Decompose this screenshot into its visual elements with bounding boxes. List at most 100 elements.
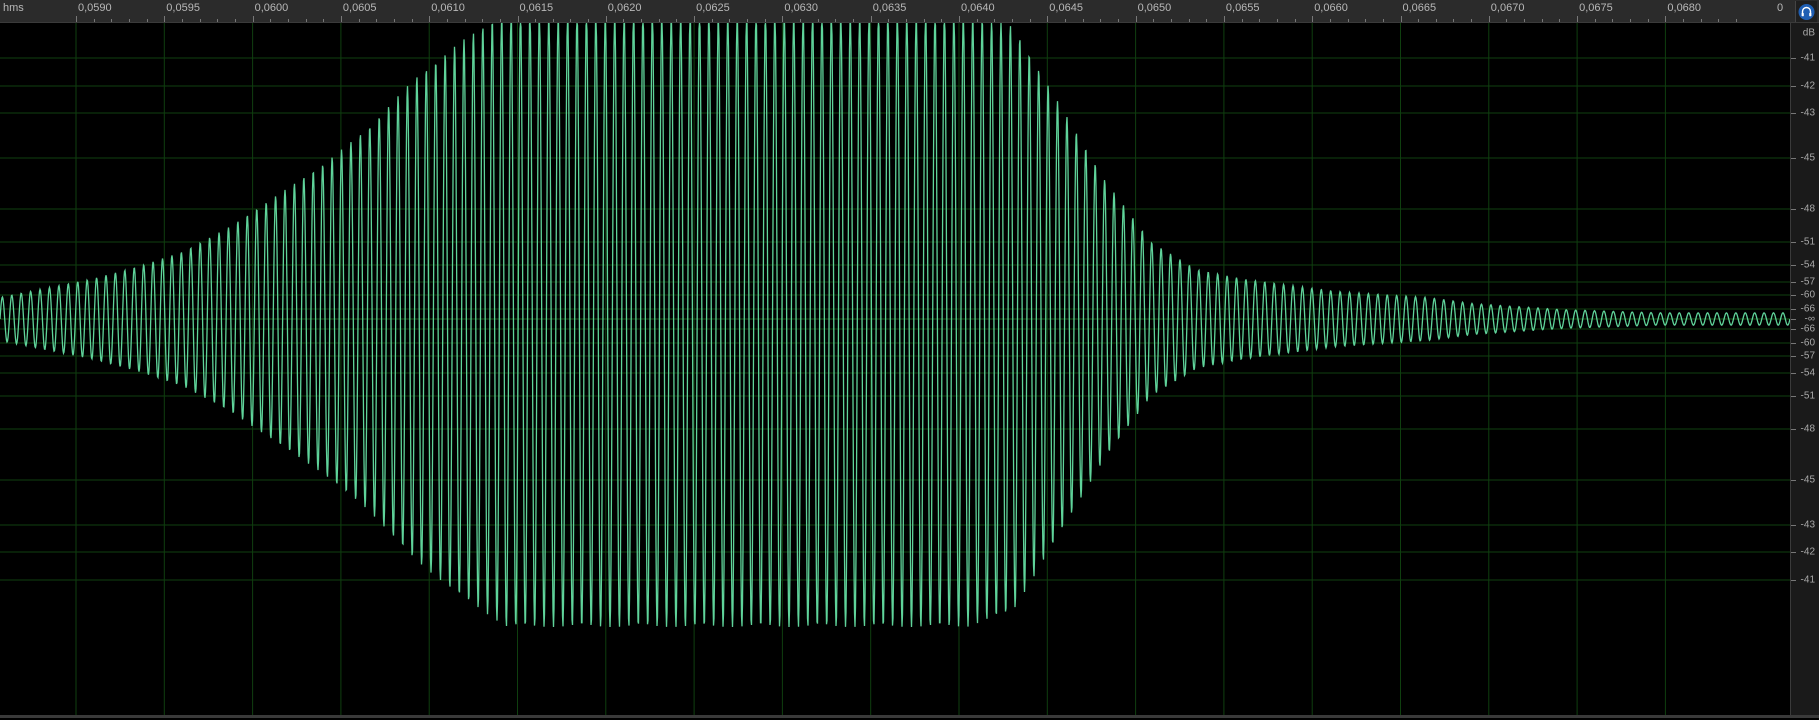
db-label: -45 [1800,152,1815,164]
time-subtick-mark [1736,19,1738,22]
time-tick-mark [959,16,960,22]
time-subtick-mark [1241,19,1243,22]
time-tick-mark [252,16,254,22]
time-subtick-mark [1082,19,1084,22]
time-subtick-mark [234,19,236,22]
time-tick-label: 0,0635 [872,2,907,14]
db-label: -54 [1800,259,1815,271]
time-tick-mark [1400,16,1402,22]
time-subtick-mark [93,19,95,22]
time-subtick-mark [411,19,413,22]
db-label: -43 [1800,519,1815,531]
time-subtick-mark [1329,19,1331,22]
time-subtick-mark [1453,19,1455,22]
db-label: -42 [1800,80,1815,92]
time-subtick-mark [1435,19,1437,22]
time-subtick-mark [217,19,219,22]
db-label: -60 [1800,337,1815,349]
time-tick-label: 0,0625 [696,2,730,14]
time-subtick-mark [570,19,572,22]
waveform-display[interactable] [0,20,1791,715]
time-subtick-mark [199,19,201,22]
db-tick [1791,343,1796,344]
db-label: -41 [1800,574,1815,586]
time-subtick-mark [1471,19,1473,22]
db-tick [1791,282,1796,283]
time-subtick-mark [888,19,890,22]
db-label: -66 [1800,323,1815,335]
db-tick [1791,265,1796,266]
time-subtick-mark [1418,19,1420,22]
db-label: -51 [1800,390,1815,402]
time-tick-label: 0,0610 [431,2,465,14]
time-tick-mark [1577,16,1579,22]
db-tick [1791,86,1796,87]
time-subtick-mark [906,19,908,22]
time-subtick-mark [1206,19,1208,22]
time-tick-mark [870,16,872,22]
time-subtick-mark [552,19,554,22]
time-tick-label: 0,0590 [78,2,112,14]
time-tick-mark [164,16,166,22]
time-tick-label: 0,0640 [961,2,995,14]
db-tick [1791,356,1796,357]
monitor-button[interactable] [1795,1,1817,22]
time-subtick-mark [146,19,148,22]
db-label: -48 [1800,423,1815,435]
time-tick-label: 0,0680 [1667,2,1702,14]
time-tick-mark [1665,16,1667,22]
time-subtick-mark [641,19,643,22]
time-subtick-mark [1524,19,1526,22]
time-subtick-mark [482,19,484,22]
time-subtick-mark [111,19,113,22]
db-label: -42 [1800,546,1815,558]
time-tick-label: 0,0655 [1225,2,1260,14]
time-subtick-mark [658,19,660,22]
db-tick [1791,373,1796,374]
time-subtick-mark [923,19,925,22]
db-label: -43 [1800,107,1815,119]
time-subtick-mark [1700,19,1702,22]
time-tick-label: 0,0615 [519,2,554,14]
time-tick-label: 0,0645 [1049,2,1083,14]
time-tick-mark [782,16,784,22]
time-ruler-end-label: 0 [1777,2,1784,14]
db-label: -48 [1800,203,1815,215]
time-subtick-mark [853,19,855,22]
time-tick-label: 0,0660 [1314,2,1348,14]
time-subtick-mark [393,19,395,22]
time-subtick-mark [1365,19,1367,22]
time-tick-mark [1223,16,1225,22]
db-tick [1791,158,1796,159]
time-subtick-mark [1276,19,1278,22]
time-subtick-mark [1594,19,1596,22]
db-tick [1791,480,1796,481]
db-tick [1791,242,1796,243]
time-subtick-mark [287,19,289,22]
time-tick-mark [1135,16,1137,22]
time-tick-label: 0,0675 [1579,2,1613,14]
db-tick [1791,525,1796,526]
time-ruler[interactable]: hms 0,0590 0,0595 0,0600 0,0605 0,0610 0,0615… [0,0,1819,23]
time-subtick-mark [464,19,466,22]
time-tick-mark [694,16,696,22]
time-tick-mark [429,16,431,22]
db-tick [1791,58,1796,59]
time-subtick-mark [994,19,996,22]
amplitude-ruler[interactable]: dB -41 -42 -43 -45 -48 -51 -54 -57 -60 -66 -∞ -66 -6… [1790,23,1819,715]
db-unit-label: dB [1802,27,1815,39]
time-subtick-mark [976,19,978,22]
time-subtick-mark [676,19,678,22]
time-tick-mark [76,16,77,22]
time-subtick-mark [1117,19,1119,22]
time-subtick-mark [1559,19,1561,22]
time-subtick-mark [181,19,183,22]
db-label: -57 [1800,350,1815,362]
db-tick [1791,209,1796,210]
time-subtick-mark [764,19,766,22]
time-subtick-mark [358,19,360,22]
db-tick [1791,309,1796,310]
db-label: -57 [1800,276,1815,288]
time-subtick-mark [729,19,731,22]
time-tick-label: 0,0620 [607,2,642,14]
